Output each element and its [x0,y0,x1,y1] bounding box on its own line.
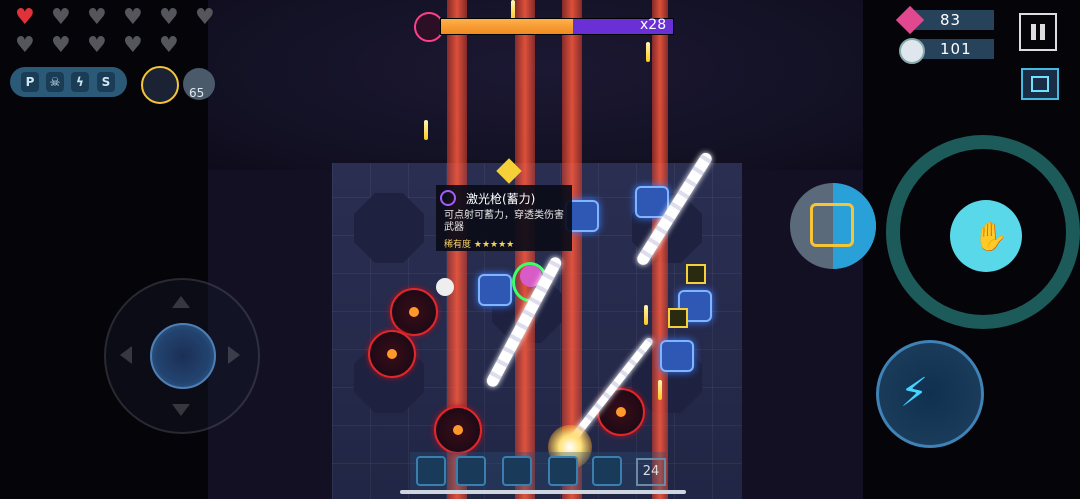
enemy-bullet [424,120,428,140]
heart-icon: ♥ [123,33,143,58]
hotbar-scrollbar[interactable] [400,490,686,494]
hand-icon: ✋ [973,220,1008,253]
enemy-bullet [644,305,648,325]
joystick-knob[interactable] [150,323,216,389]
heart-icon: ♥ [51,5,71,30]
hotbar-count: 24 [636,458,666,486]
weapon-slot[interactable] [141,66,179,104]
arrow-down-icon [172,404,190,416]
pause-button[interactable] [1019,13,1057,51]
claw-icon: ⚡ [900,370,929,416]
ally-turret [660,340,694,372]
ally-count: 65 [189,86,205,100]
weapon-description: 可点射可蓄力，穿透类伤害武器 [444,210,564,233]
boss-multiplier: x28 [640,17,667,33]
rarity-stars: ★★★★★ [473,240,515,250]
boss-health-bar [440,18,674,35]
lightning-icon: ϟ [71,72,89,92]
buff-badge-p: P [21,72,39,92]
arrow-left-icon [120,346,132,364]
arrow-right-icon [228,346,240,364]
map-button[interactable] [1021,68,1059,100]
enemy-bullet [646,42,650,62]
coin-count: 101 [940,40,972,58]
weapon-name: 激光枪(蓄力) [466,192,536,206]
map-icon [1031,76,1049,92]
attack-button[interactable] [876,340,984,448]
skill-icon [810,203,854,247]
weapon-rarity: 稀有度 ★★★★★ [444,237,514,250]
hotbar-slot[interactable] [548,456,578,486]
floor-pillar [354,193,424,263]
hotbar-slot[interactable] [456,456,486,486]
rarity-label: 稀有度 [444,240,472,250]
enemy-bullet [658,380,662,400]
heart-icon: ♥ [87,5,107,30]
pause-icon [1031,24,1036,40]
item-pickup[interactable] [668,308,688,328]
enemy-bullet [511,0,515,20]
enemy-spawner [434,406,482,454]
skull-icon: ☠ [46,72,64,92]
heart-icon: ♥ [51,33,71,58]
arrow-up-icon [172,296,190,308]
heart-icon: ♥ [15,5,35,30]
heart-icon: ♥ [159,5,179,30]
heart-icon: ♥ [159,33,179,58]
item-hotbar [410,452,666,492]
hotbar-slot[interactable] [416,456,446,486]
hotbar-slot[interactable] [502,456,532,486]
ally-turret [478,274,512,306]
heart-icon: ♥ [195,5,215,30]
enemy-spawner [390,288,438,336]
coin-icon [899,38,925,64]
heart-icon: ♥ [123,5,143,30]
boss-health-fill [441,19,573,34]
hotbar-slot[interactable] [592,456,622,486]
heart-icon: ♥ [15,33,35,58]
lightning-icon [440,190,456,206]
buff-badges: P ☠ ϟ S [10,67,127,97]
coin-drop[interactable] [436,278,454,296]
gem-count: 83 [940,11,962,29]
item-pickup[interactable] [686,264,706,284]
game-screen: 激光枪(蓄力) 可点射可蓄力，穿透类伤害武器 稀有度 ★★★★★ ♥ ♥ ♥ ♥ ♥ ♥ ♥… [0,0,1080,499]
buff-badge-s: S [97,72,115,92]
enemy-spawner [368,330,416,378]
heart-icon: ♥ [87,33,107,58]
weapon-tooltip: 激光枪(蓄力) 可点射可蓄力，穿透类伤害武器 稀有度 ★★★★★ [436,185,572,251]
pause-icon [1040,24,1045,40]
